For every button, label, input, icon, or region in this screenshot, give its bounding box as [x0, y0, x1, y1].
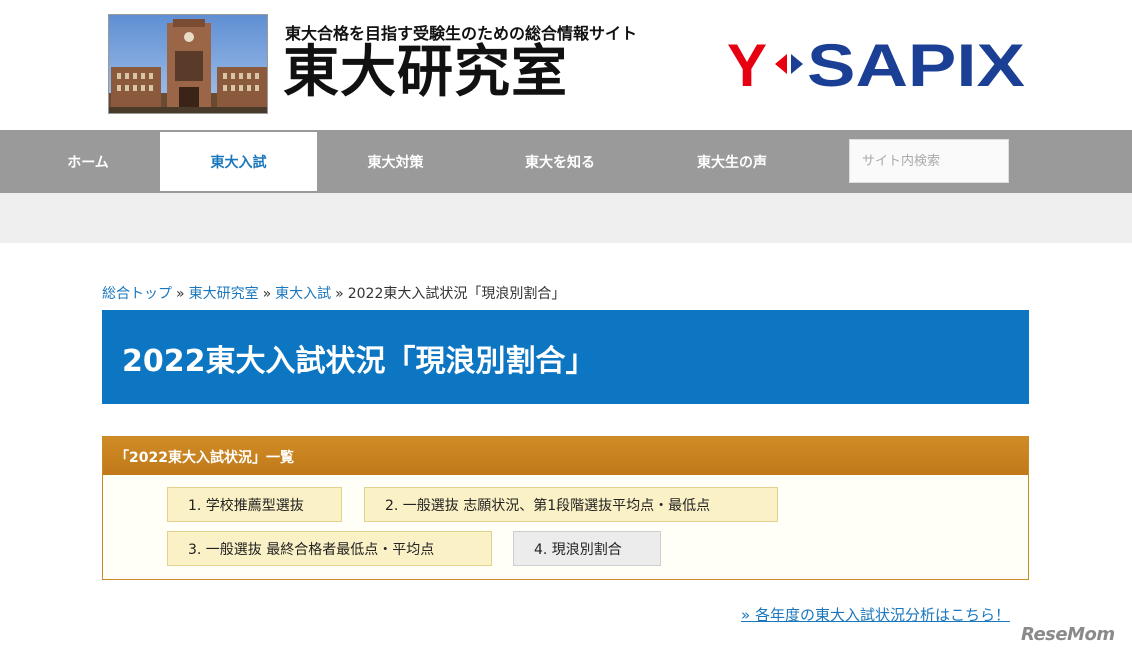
index-link-general-final-scores[interactable]: 3. 一般選抜 最終合格者最低点・平均点	[167, 531, 492, 566]
breadcrumb-separator: »	[262, 286, 272, 302]
breadcrumb-current: 2022東大入試状況「現浪別割合」	[347, 286, 566, 302]
breadcrumb-link-todai-lab[interactable]: 東大研究室	[189, 286, 259, 302]
page-title-banner: 2022東大入試状況「現浪別割合」	[102, 310, 1029, 404]
breadcrumb-separator: »	[335, 286, 344, 302]
index-link-current-repeater-ratio[interactable]: 4. 現浪別割合	[513, 531, 661, 566]
breadcrumb-separator: »	[176, 286, 185, 302]
y-sapix-logo[interactable]: Y SAPIX	[727, 34, 1027, 94]
nav-todai-countermeasures[interactable]: 東大対策	[317, 130, 474, 193]
resemom-watermark: ReseMom	[1021, 624, 1115, 645]
nav-todai-entrance-exam[interactable]: 東大入試	[160, 132, 317, 191]
main-nav: ホーム 東大入試 東大対策 東大を知る 東大生の声	[0, 130, 1132, 193]
university-building-photo	[108, 14, 268, 114]
nav-know-todai[interactable]: 東大を知る	[474, 130, 646, 193]
svg-text:SAPIX: SAPIX	[807, 34, 1025, 94]
breadcrumb: 総合トップ» 東大研究室» 東大入試» 2022東大入試状況「現浪別割合」	[102, 283, 565, 303]
index-link-general-application-status[interactable]: 2. 一般選抜 志願状況、第1段階選抜平均点・最低点	[364, 487, 778, 522]
nav-home[interactable]: ホーム	[16, 130, 160, 193]
page-title: 2022東大入試状況「現浪別割合」	[122, 344, 596, 379]
svg-text:Y: Y	[727, 34, 767, 94]
exam-status-index-panel: 「2022東大入試状況」一覧 1. 学校推薦型選抜 2. 一般選抜 志願状況、第…	[102, 436, 1029, 580]
building-illustration	[109, 15, 267, 113]
index-link-school-recommendation[interactable]: 1. 学校推薦型選抜	[167, 487, 342, 522]
panel-title: 「2022東大入試状況」一覧	[103, 437, 1028, 475]
breadcrumb-link-entrance-exam[interactable]: 東大入試	[275, 286, 331, 302]
breadcrumb-link-top[interactable]: 総合トップ	[102, 286, 172, 302]
nav-student-voices[interactable]: 東大生の声	[646, 130, 818, 193]
sub-navigation-bar	[0, 193, 1132, 243]
site-header: 東大合格を目指す受験生のための総合情報サイト 東大研究室 Y SAPIX	[0, 0, 1132, 130]
site-title[interactable]: 東大研究室	[283, 40, 568, 104]
site-search-input[interactable]	[849, 139, 1009, 183]
yearly-analysis-link[interactable]: » 各年度の東大入試状況分析はこちら！	[741, 604, 1010, 625]
